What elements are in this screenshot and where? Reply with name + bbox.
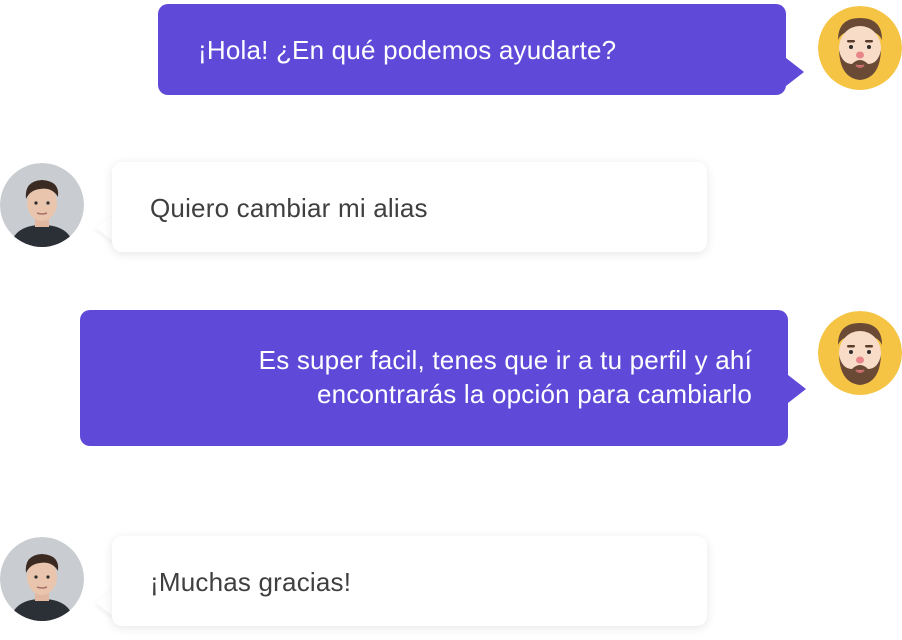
- bubble-tail: [786, 58, 804, 86]
- message-text: Quiero cambiar mi alias: [150, 193, 428, 223]
- agent-message-bubble: Es super facil, tenes que ir a tu perfil…: [80, 310, 788, 446]
- agent-avatar: [818, 6, 902, 90]
- user-avatar: [0, 163, 84, 247]
- young-man-photo-icon: [0, 163, 84, 247]
- bearded-man-avatar-icon: [818, 6, 902, 90]
- message-text: ¡Hola! ¿En qué podemos ayudarte?: [198, 35, 617, 65]
- message-line: Es super facil, tenes que ir a tu perfil…: [258, 345, 752, 375]
- young-man-photo-icon: [0, 537, 84, 621]
- agent-avatar: [818, 311, 902, 395]
- user-avatar: [0, 537, 84, 621]
- user-message-bubble: Quiero cambiar mi alias: [112, 162, 707, 252]
- bearded-man-avatar-icon: [818, 311, 902, 395]
- user-message-bubble: ¡Muchas gracias!: [112, 536, 707, 626]
- bubble-tail: [788, 375, 806, 403]
- message-line: encontrarás la opción para cambiarlo: [317, 379, 752, 409]
- chat-conversation: ¡Hola! ¿En qué podemos ayudarte? Quiero …: [0, 0, 902, 640]
- agent-message-bubble: ¡Hola! ¿En qué podemos ayudarte?: [158, 4, 786, 95]
- message-text: Es super facil, tenes que ir a tu perfil…: [259, 343, 752, 411]
- message-text: ¡Muchas gracias!: [150, 567, 352, 597]
